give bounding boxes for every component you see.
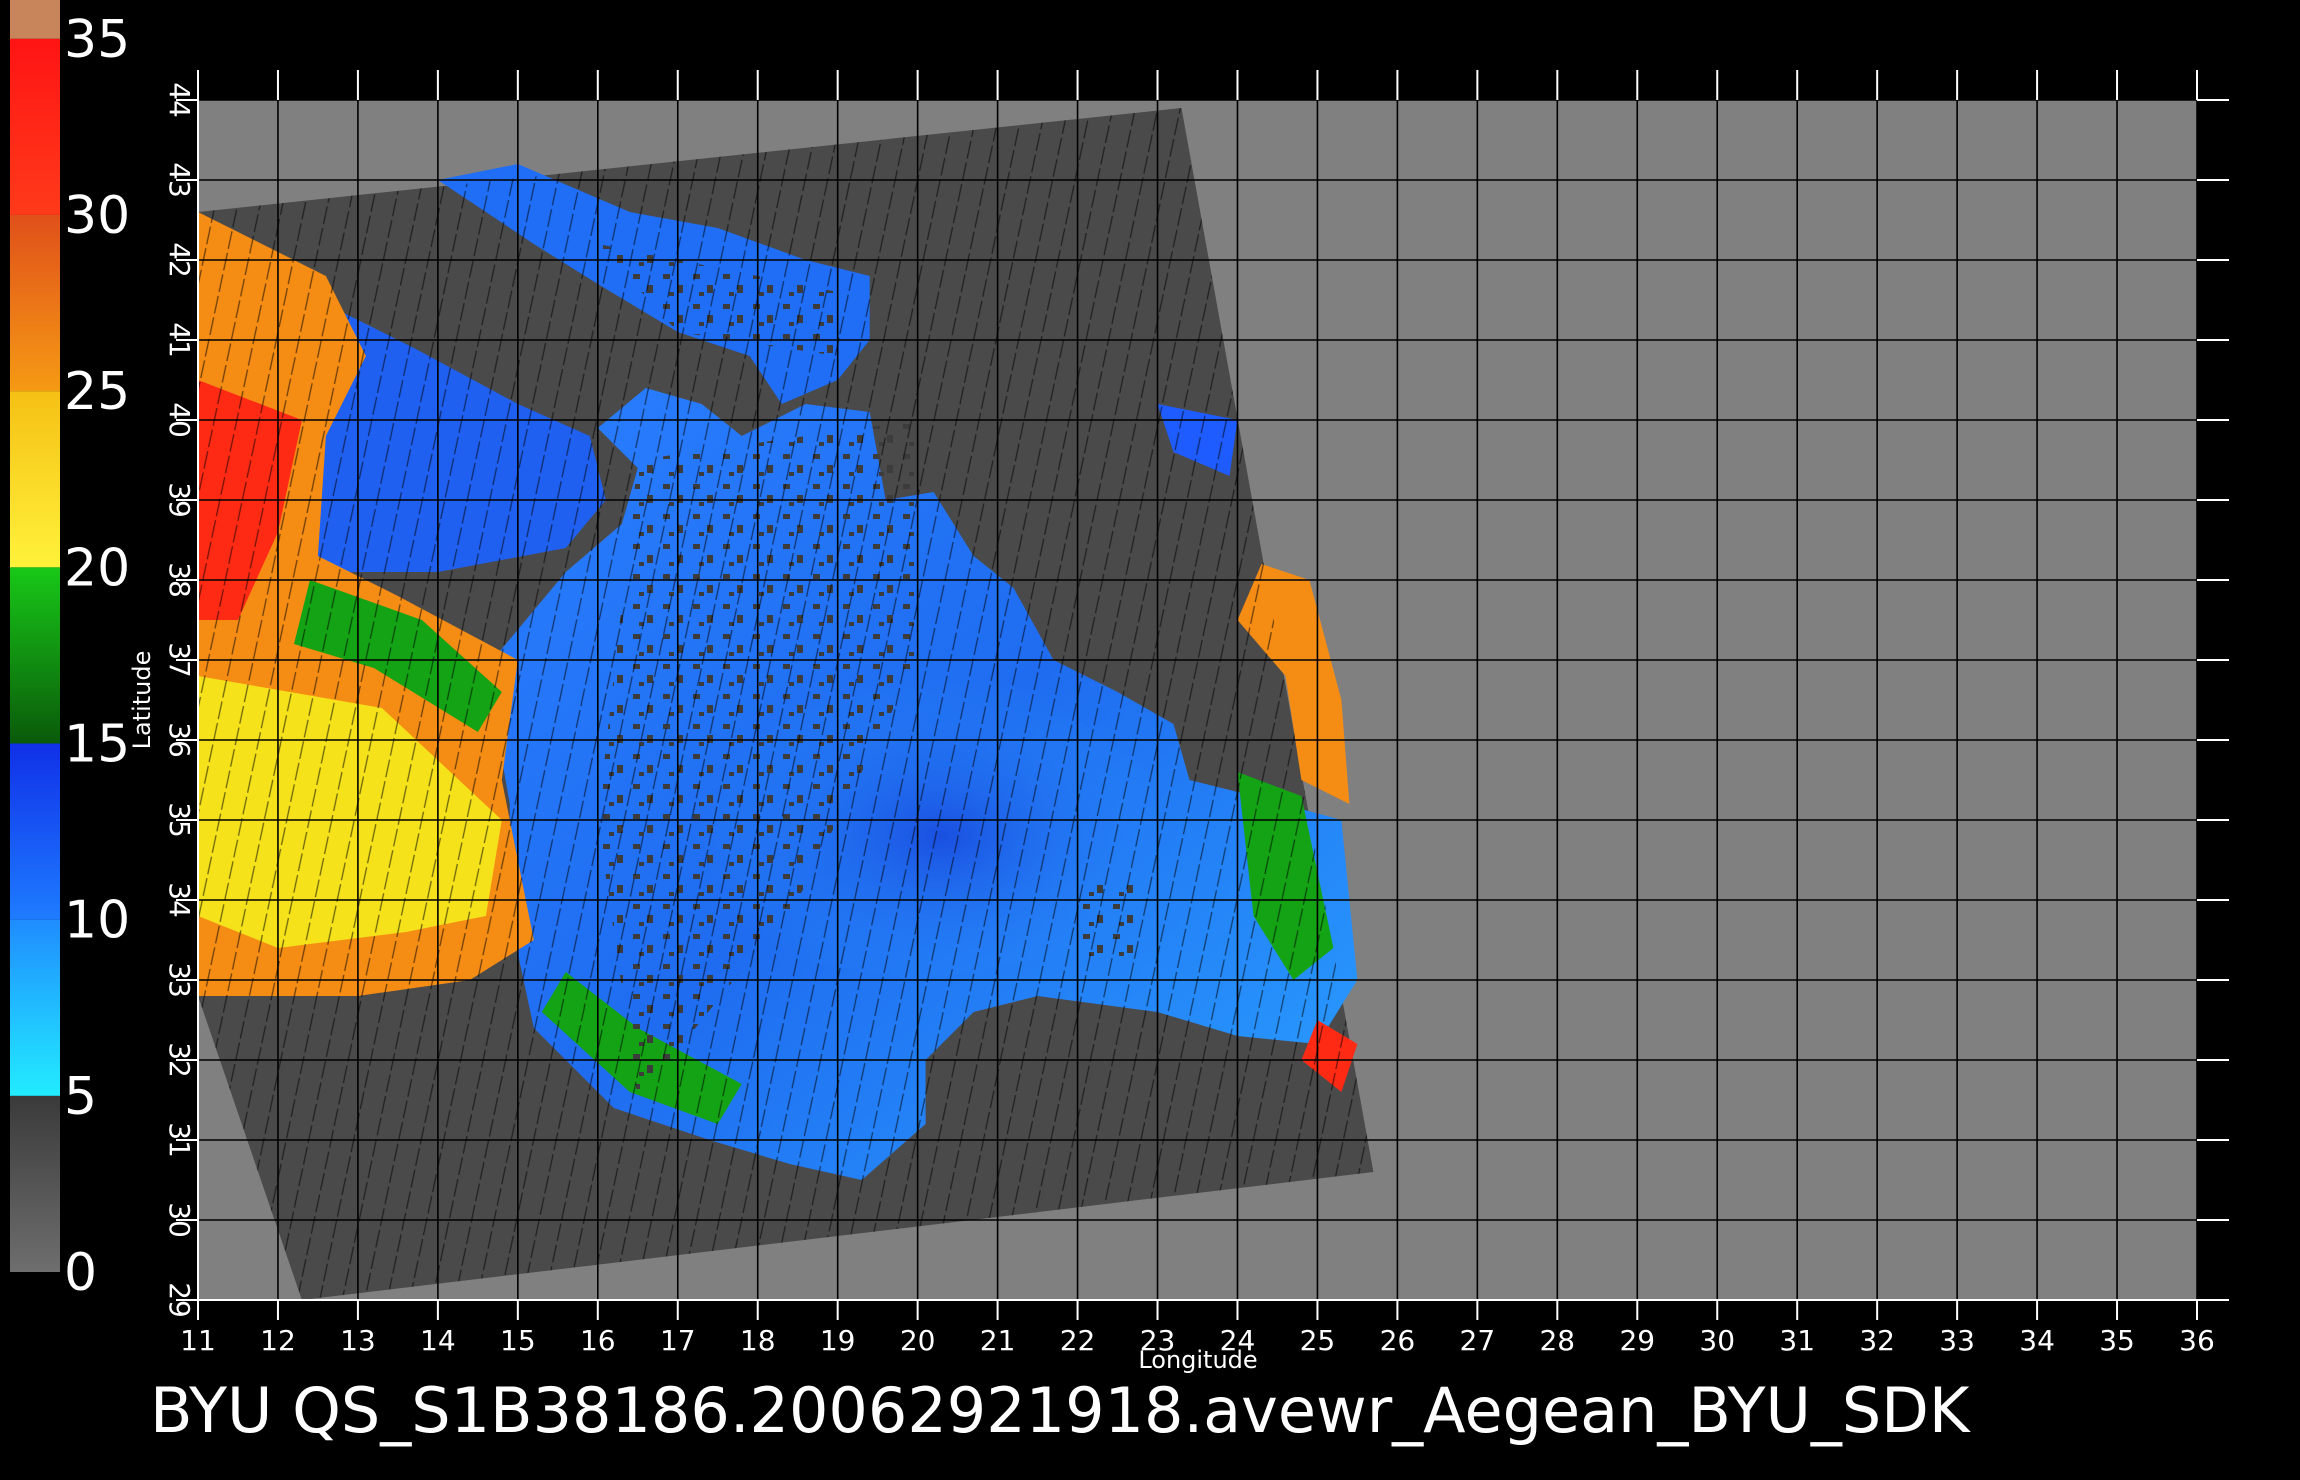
- lon-tick-label: 36: [2179, 1324, 2215, 1357]
- lon-tick-label: 15: [500, 1324, 536, 1357]
- colorbar-segment: [10, 214, 60, 392]
- lon-tick-label: 19: [820, 1324, 856, 1357]
- colorbar-label: 35: [64, 10, 130, 70]
- lon-tick-label: 27: [1460, 1324, 1496, 1357]
- colorbar-segment: [10, 919, 60, 1096]
- colorbar-label: 10: [64, 891, 130, 951]
- lat-tick-label: 35: [163, 802, 196, 838]
- lat-tick-label: 39: [163, 482, 196, 518]
- lat-tick-label: 31: [163, 1122, 196, 1158]
- lon-tick-label: 26: [1380, 1324, 1416, 1357]
- lon-tick-label: 11: [180, 1324, 216, 1357]
- lon-tick-label: 13: [340, 1324, 376, 1357]
- lat-tick-label: 33: [163, 962, 196, 998]
- lat-tick-label: 32: [163, 1042, 196, 1078]
- colorbar-segment: [10, 391, 60, 568]
- lon-tick-label: 17: [660, 1324, 696, 1357]
- lon-tick-label: 12: [260, 1324, 296, 1357]
- figure-caption: BYU QS_S1B38186.20062921918.avewr_Aegean…: [150, 1374, 1971, 1447]
- latitude-tick-labels: 29 30 31 32 33 34 35 36 37 38 39 40 41 42 43 44: [163, 82, 196, 1318]
- lat-tick-label: 43: [163, 162, 196, 198]
- lat-tick-label: 30: [163, 1202, 196, 1238]
- lon-tick-label: 21: [980, 1324, 1016, 1357]
- lon-tick-label: 29: [1619, 1324, 1655, 1357]
- lat-tick-label: 40: [163, 402, 196, 438]
- colorbar-label: 0: [64, 1243, 97, 1303]
- colorbar-segment: [10, 38, 60, 215]
- lat-tick-label: 37: [163, 642, 196, 678]
- colorbar-segment: [10, 567, 60, 744]
- lon-tick-label: 14: [420, 1324, 456, 1357]
- lat-tick-label: 42: [163, 242, 196, 278]
- wind-speed-map-figure: 11 12 13 14 15 16 17 18 19 20 21 22 23 24 25 26 27 28 29 30…: [10, 0, 2229, 1447]
- lon-tick-label: 20: [900, 1324, 936, 1357]
- lon-tick-label: 34: [2019, 1324, 2055, 1357]
- lon-tick-label: 25: [1300, 1324, 1336, 1357]
- lat-tick-label: 41: [163, 322, 196, 358]
- colorbar-label: 25: [64, 362, 130, 422]
- lon-tick-label: 31: [1779, 1324, 1815, 1357]
- x-axis-title: Longitude: [1138, 1346, 1257, 1374]
- colorbar-label: 20: [64, 538, 130, 598]
- wind-field-layer: [198, 108, 1374, 1300]
- colorbar-segment: [10, 1095, 60, 1272]
- wind-vectors: [198, 108, 1374, 1300]
- colorbar-segment: [10, 743, 60, 920]
- lon-tick-label: 18: [740, 1324, 776, 1357]
- lat-tick-label: 44: [163, 82, 196, 118]
- lon-tick-label: 32: [1859, 1324, 1895, 1357]
- lon-tick-label: 28: [1539, 1324, 1575, 1357]
- lat-tick-label: 29: [163, 1282, 196, 1318]
- colorbar: 35 30 25 20 15 10 5 0: [10, 0, 130, 1303]
- colorbar-label: 5: [64, 1067, 97, 1127]
- lon-tick-label: 33: [1939, 1324, 1975, 1357]
- lon-tick-label: 35: [2099, 1324, 2135, 1357]
- colorbar-segment: [10, 0, 60, 39]
- lat-tick-label: 38: [163, 562, 196, 598]
- lon-tick-label: 22: [1060, 1324, 1096, 1357]
- lon-tick-label: 30: [1699, 1324, 1735, 1357]
- colorbar-label: 30: [64, 186, 130, 246]
- lon-tick-label: 16: [580, 1324, 616, 1357]
- lat-tick-label: 34: [163, 882, 196, 918]
- y-axis-title: Latitude: [128, 651, 156, 750]
- lat-tick-label: 36: [163, 722, 196, 758]
- colorbar-label: 15: [64, 714, 130, 774]
